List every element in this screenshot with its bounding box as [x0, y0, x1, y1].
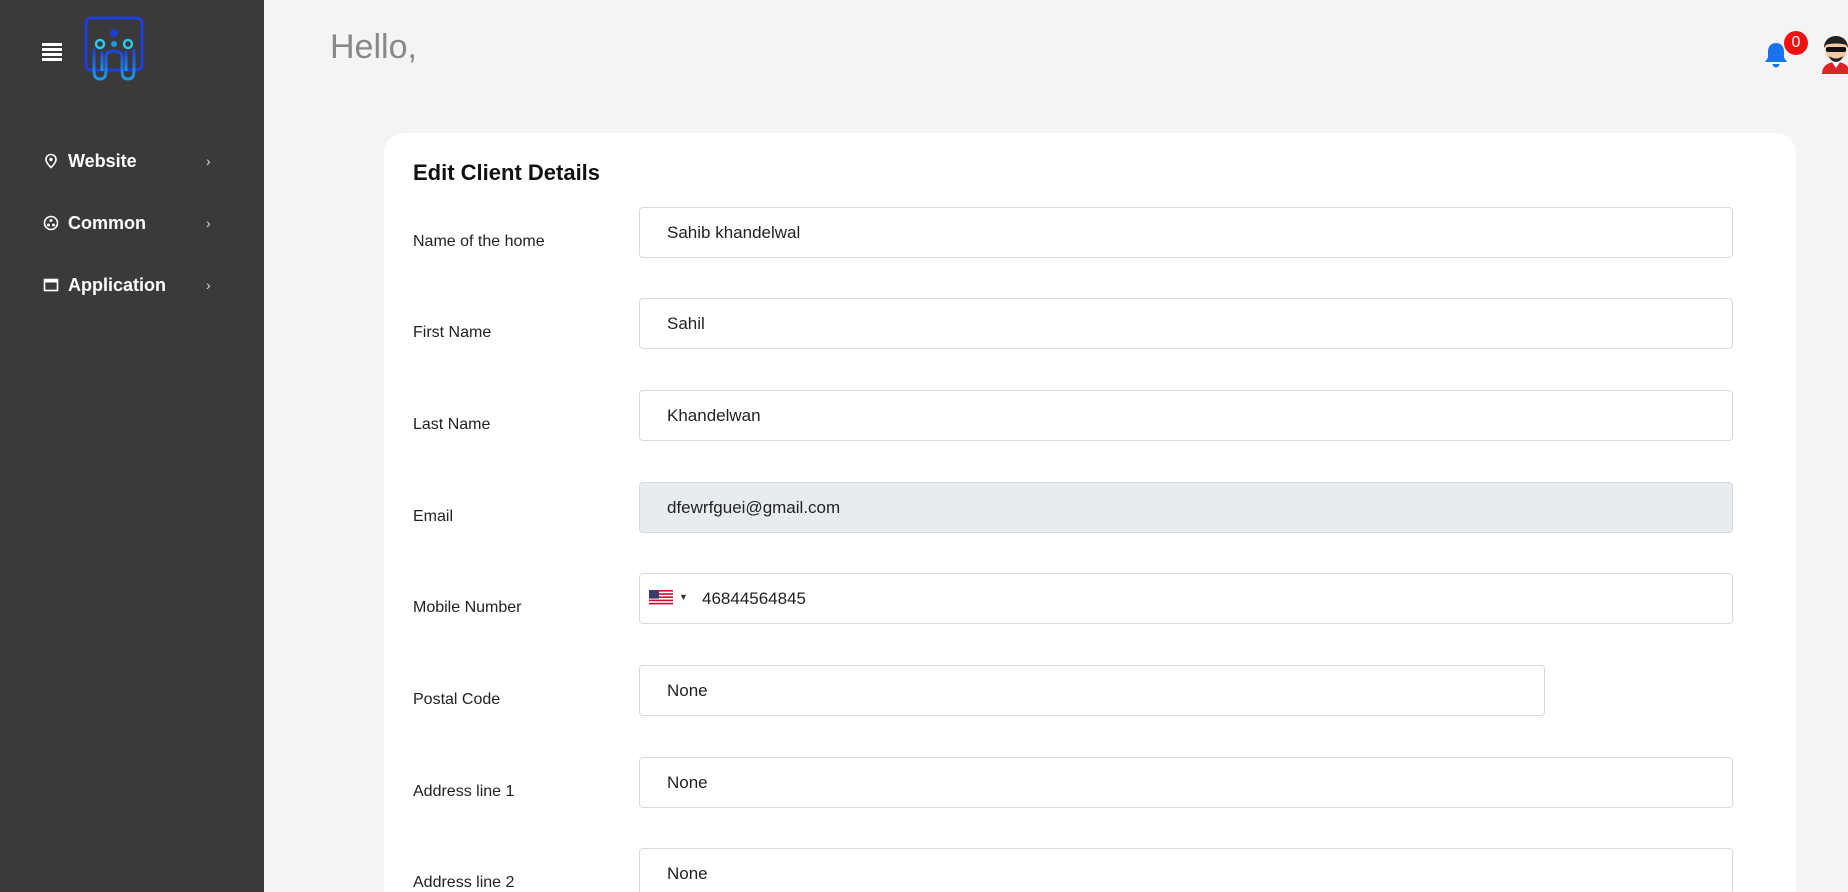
form-row-last-name: Last Name: [413, 390, 1763, 442]
form-row-mobile: Mobile Number ▼: [413, 573, 1763, 625]
greeting-text: Hello,: [330, 28, 417, 66]
form-row-email: Email: [413, 482, 1763, 534]
form-row-home-name: Name of the home: [413, 207, 1763, 259]
chevron-right-icon: ›: [206, 215, 211, 231]
chevron-right-icon: ›: [206, 277, 211, 293]
chevron-right-icon: ›: [206, 153, 211, 169]
email-field[interactable]: [639, 482, 1733, 533]
window-icon: [42, 276, 60, 294]
first-name-input[interactable]: [639, 298, 1733, 349]
field-label: Name of the home: [413, 233, 545, 250]
sidebar-item-label: Website: [68, 150, 137, 171]
sidebar: Website › Common › Application ›: [0, 0, 264, 892]
caret-down-icon: ▼: [679, 591, 688, 602]
location-pin-icon: [42, 152, 60, 170]
sidebar-item-label: Common: [68, 212, 146, 233]
edit-client-card: Edit Client Details Name of the home Fir…: [384, 133, 1796, 892]
home-name-input[interactable]: [639, 207, 1733, 258]
notification-count-badge: 0: [1784, 31, 1808, 55]
address-line-1-input[interactable]: [639, 757, 1733, 808]
field-label: Address line 1: [413, 783, 515, 800]
sidebar-item-application[interactable]: Application ›: [0, 254, 264, 316]
sidebar-item-label: Application: [68, 274, 166, 295]
address-line-2-input[interactable]: [639, 848, 1733, 892]
form-row-address-1: Address line 1: [413, 757, 1763, 809]
sidebar-item-website[interactable]: Website ›: [0, 130, 264, 192]
sidebar-nav: Website › Common › Application ›: [0, 130, 264, 316]
form-title: Edit Client Details: [413, 160, 601, 185]
field-label: Email: [413, 508, 454, 525]
country-code-select[interactable]: ▼: [649, 587, 693, 609]
circle-nodes-icon: [42, 214, 60, 232]
field-label: Postal Code: [413, 691, 501, 708]
sidebar-item-common[interactable]: Common ›: [0, 192, 264, 254]
menu-toggle-icon[interactable]: [42, 43, 62, 61]
field-label: Mobile Number: [413, 599, 522, 616]
field-label: First Name: [413, 324, 492, 341]
last-name-input[interactable]: [639, 390, 1733, 441]
app-logo[interactable]: [82, 15, 146, 85]
postal-code-input[interactable]: [639, 665, 1545, 716]
form-row-address-2: Address line 2: [413, 848, 1763, 892]
field-label: Last Name: [413, 416, 491, 433]
user-avatar[interactable]: [1816, 32, 1848, 74]
us-flag-icon: [649, 590, 673, 606]
form-row-postal-code: Postal Code: [413, 665, 1763, 717]
field-label: Address line 2: [413, 874, 515, 891]
mobile-number-input[interactable]: [639, 573, 1733, 624]
form-row-first-name: First Name: [413, 298, 1763, 350]
